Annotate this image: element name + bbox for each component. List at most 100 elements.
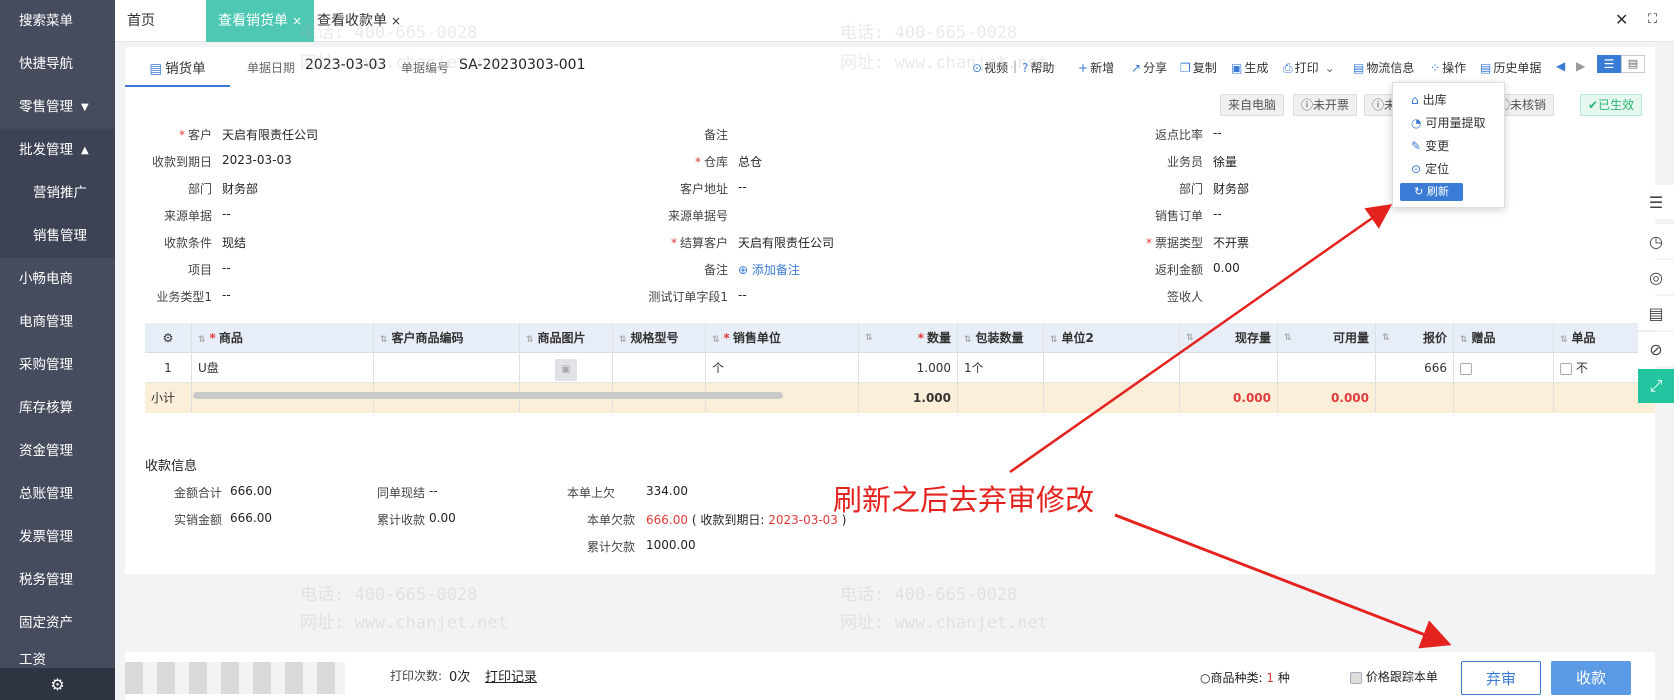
info-icon: ⓘ xyxy=(1372,98,1385,112)
sidebar-item-quick-nav[interactable]: 快捷导航 xyxy=(0,43,115,86)
owe-icon[interactable]: ◎ xyxy=(1638,260,1674,294)
salesman-value[interactable]: 徐量 xyxy=(1213,153,1237,170)
row-qty[interactable]: 1.000 xyxy=(859,353,958,383)
attachment-icon[interactable]: ⊘ xyxy=(1638,332,1674,366)
sidebar-item-assets[interactable]: 固定资产 xyxy=(0,602,115,645)
operation-button[interactable]: ⁘ 操作 xyxy=(1430,59,1466,76)
gear-icon[interactable]: ⚙ xyxy=(0,668,115,700)
close-window-icon[interactable]: ✕ xyxy=(1615,0,1628,40)
cash-value[interactable]: -- xyxy=(429,484,438,498)
rebate-amt-value[interactable]: 0.00 xyxy=(1213,261,1240,275)
row-image[interactable]: ▣ xyxy=(520,353,613,383)
single-checkbox[interactable] xyxy=(1560,362,1572,375)
print-button[interactable]: ⎙ 打印 ⌄ xyxy=(1283,59,1335,76)
share-button[interactable]: ↗ 分享 xyxy=(1131,59,1167,76)
dept-value[interactable]: 财务部 xyxy=(222,180,258,197)
sidebar-item-marketing[interactable]: 营销推广 xyxy=(0,172,115,215)
col-header-avail[interactable]: ⇅ 可用量 xyxy=(1278,323,1376,353)
table-row[interactable]: 1 U盘 ▣ 个 1.000 1个 666 不 xyxy=(145,353,1655,383)
tab-view-receipt[interactable]: 查看收款单 × xyxy=(305,0,413,42)
row-product[interactable]: U盘 xyxy=(192,353,374,383)
row-spec[interactable] xyxy=(613,353,706,383)
close-icon[interactable]: × xyxy=(391,14,401,28)
template-icon[interactable]: ▤ xyxy=(1638,296,1674,330)
customer-value[interactable]: 天启有限责任公司 xyxy=(222,126,318,143)
print-record-link[interactable]: 打印记录 xyxy=(485,666,537,685)
sidebar-item-retail[interactable]: 零售管理 ▼ xyxy=(0,86,115,129)
prev-icon[interactable]: ◀ xyxy=(1556,59,1565,73)
col-header-gift[interactable]: ⇅ 赠品 xyxy=(1454,323,1554,353)
horizontal-scrollbar[interactable] xyxy=(193,392,783,399)
sidebar-item-sales[interactable]: 销售管理 xyxy=(0,215,115,258)
col-header-qty[interactable]: ⇅ * 数量 xyxy=(859,323,958,353)
checkbox[interactable] xyxy=(1350,671,1362,684)
sidebar-item-xiaochang[interactable]: 小畅电商 xyxy=(0,258,115,301)
settle-value[interactable]: 天启有限责任公司 xyxy=(738,234,834,251)
abandon-review-button[interactable]: 弃审 xyxy=(1461,661,1541,695)
sidebar-item-invoice[interactable]: 发票管理 xyxy=(0,516,115,559)
menu-item-available-qty[interactable]: ◔ 可用量提取 xyxy=(1411,114,1486,131)
col-header-unit[interactable]: ⇅ * 销售单位 xyxy=(706,323,859,353)
row-gift[interactable] xyxy=(1454,353,1554,383)
document-panel-icon[interactable]: ☰ xyxy=(1638,185,1674,219)
col-header-pack-qty[interactable]: ⇅ 包装数量 xyxy=(958,323,1044,353)
tab-view-sales-order[interactable]: 查看销货单 × xyxy=(206,0,315,42)
row-unit2[interactable] xyxy=(1044,353,1180,383)
test-field-value[interactable]: -- xyxy=(738,288,747,302)
sidebar-item-ecommerce[interactable]: 电商管理 xyxy=(0,301,115,344)
tab-sales-doc[interactable]: ▤ 销货单 xyxy=(125,51,230,87)
column-settings-icon[interactable]: ⚙ xyxy=(145,323,192,353)
sidebar-item-funds[interactable]: 资金管理 xyxy=(0,430,115,473)
expand-icon[interactable]: ⤢ xyxy=(1638,369,1674,403)
history-button[interactable]: ▤ 历史单据 xyxy=(1480,59,1541,76)
invoice-type-value[interactable]: 不开票 xyxy=(1213,234,1249,251)
sidebar-item-inventory[interactable]: 库存核算 xyxy=(0,387,115,430)
col-header-stock[interactable]: ⇅ 现存量 xyxy=(1180,323,1278,353)
add-remark-link[interactable]: ⊕ 添加备注 xyxy=(738,261,800,278)
col-header-image[interactable]: ⇅ 商品图片 xyxy=(520,323,613,353)
menu-item-locate[interactable]: ⊙ 定位 xyxy=(1411,160,1449,177)
new-button[interactable]: + 新增 xyxy=(1078,59,1114,76)
col-header-spec[interactable]: ⇅ 规格型号 xyxy=(613,323,706,353)
due-date-value[interactable]: 2023-03-03 xyxy=(222,153,292,167)
row-cust-code[interactable] xyxy=(374,353,520,383)
sidebar-item-ledger[interactable]: 总账管理 xyxy=(0,473,115,516)
col-header-unit2[interactable]: ⇅ 单位2 xyxy=(1044,323,1180,353)
play-icon: ⊙ xyxy=(972,61,983,75)
sidebar-item-wholesale[interactable]: 批发管理 ▲ xyxy=(0,129,115,172)
sidebar-item-purchase[interactable]: 采购管理 xyxy=(0,344,115,387)
logistics-button[interactable]: ▤ 物流信息 xyxy=(1353,59,1414,76)
col-header-product[interactable]: ⇅ * 商品 xyxy=(192,323,374,353)
warehouse-value[interactable]: 总仓 xyxy=(738,153,762,170)
row-unit[interactable]: 个 xyxy=(706,353,859,383)
menu-item-outbound[interactable]: ⌂ 出库 xyxy=(1411,91,1447,108)
biz-type-value[interactable]: -- xyxy=(222,288,231,302)
help-button[interactable]: ? 帮助 xyxy=(1022,59,1054,76)
dept2-value[interactable]: 财务部 xyxy=(1213,180,1249,197)
video-button[interactable]: ⊙ 视频 xyxy=(972,59,1008,76)
history-icon[interactable]: ◷ xyxy=(1638,224,1674,258)
tab-home[interactable]: 首页 xyxy=(115,0,167,42)
row-price[interactable]: 666 xyxy=(1376,353,1454,383)
copy-button[interactable]: ❐ 复制 xyxy=(1180,59,1217,76)
chevron-down-icon[interactable]: ⌄ xyxy=(1325,61,1335,75)
generate-button[interactable]: ▣ 生成 xyxy=(1231,59,1268,76)
project-value[interactable]: -- xyxy=(222,261,231,275)
fullscreen-icon[interactable]: ⛶ xyxy=(1648,0,1657,40)
col-header-price[interactable]: ⇅ 报价 xyxy=(1376,323,1454,353)
pay-term-value[interactable]: 现结 xyxy=(222,234,246,251)
row-pack-qty[interactable]: 1个 xyxy=(958,353,1044,383)
price-track-checkbox[interactable]: 价格跟踪本单 xyxy=(1350,668,1438,685)
card-view-icon[interactable]: ▤ xyxy=(1621,55,1645,73)
sidebar-item-tax[interactable]: 税务管理 xyxy=(0,559,115,602)
next-icon[interactable]: ▶ xyxy=(1576,59,1585,73)
col-header-cust-code[interactable]: ⇅ 客户商品编码 xyxy=(374,323,520,353)
menu-item-change[interactable]: ✎ 变更 xyxy=(1411,137,1449,154)
close-icon[interactable]: × xyxy=(292,14,302,28)
sidebar-item-label: 营销推广 xyxy=(33,185,87,201)
gift-checkbox[interactable] xyxy=(1460,362,1472,375)
sidebar-item-search[interactable]: 搜索菜单 xyxy=(0,0,115,43)
list-view-icon[interactable]: ☰ xyxy=(1597,55,1621,73)
collect-button[interactable]: 收款 xyxy=(1551,661,1631,695)
refresh-button[interactable]: ↻ 刷新 xyxy=(1400,183,1463,201)
